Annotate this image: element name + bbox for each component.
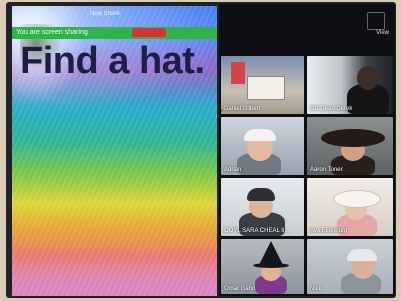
participant-name: DD Dean Derek	[310, 106, 353, 112]
wide-brim-hat	[321, 129, 385, 147]
witch-hat	[259, 241, 283, 265]
beanie-hat	[247, 188, 275, 201]
participant-tile[interactable]: DD Dean Derek	[307, 56, 393, 114]
participant-name: Aaron Toner	[310, 167, 343, 173]
witch-hat-brim	[253, 263, 289, 268]
participant-tile[interactable]: Nick	[307, 239, 393, 294]
participant-tile[interactable]: Daniel Gilbert	[221, 56, 304, 114]
share-toolbar[interactable]: New Share	[90, 11, 120, 17]
view-label: View	[376, 30, 389, 36]
stop-share-button[interactable]	[132, 28, 166, 37]
photo: New Share You are screen sharing Find a …	[0, 0, 401, 301]
participant-head	[357, 66, 379, 90]
participant-tile[interactable]: Aaron Toner	[307, 117, 393, 175]
participant-tile[interactable]: Ava Ellenburg	[307, 178, 393, 236]
participant-gallery: View Daniel Gilbert DD Dean Derek Adrian	[219, 4, 395, 296]
screen-share-label: You are screen sharing	[16, 29, 88, 36]
cap-hat	[347, 249, 377, 261]
participant-name: Daniel Gilbert	[224, 106, 261, 112]
participant-tile[interactable]: Adrian	[221, 117, 304, 175]
participant-name: Adrian	[224, 167, 242, 173]
cap-hat	[244, 129, 276, 141]
participant-tile[interactable]: Omar Gahn	[221, 239, 304, 294]
shared-screen: New Share You are screen sharing Find a …	[12, 6, 217, 296]
participant-name: Ava Ellenburg	[310, 228, 348, 234]
gallery-view-icon[interactable]	[367, 12, 385, 30]
shelf-object	[247, 76, 285, 100]
slide-headline: Find a hat.	[20, 40, 205, 82]
participant-name: Nick	[310, 286, 322, 292]
poster-object	[231, 62, 245, 84]
sun-hat	[333, 190, 381, 208]
participant-name: Omar Gahn	[224, 286, 256, 292]
participant-tile[interactable]: OOYL SARA CHEAL II...	[221, 178, 304, 236]
participant-name: OOYL SARA CHEAL II...	[224, 228, 290, 234]
